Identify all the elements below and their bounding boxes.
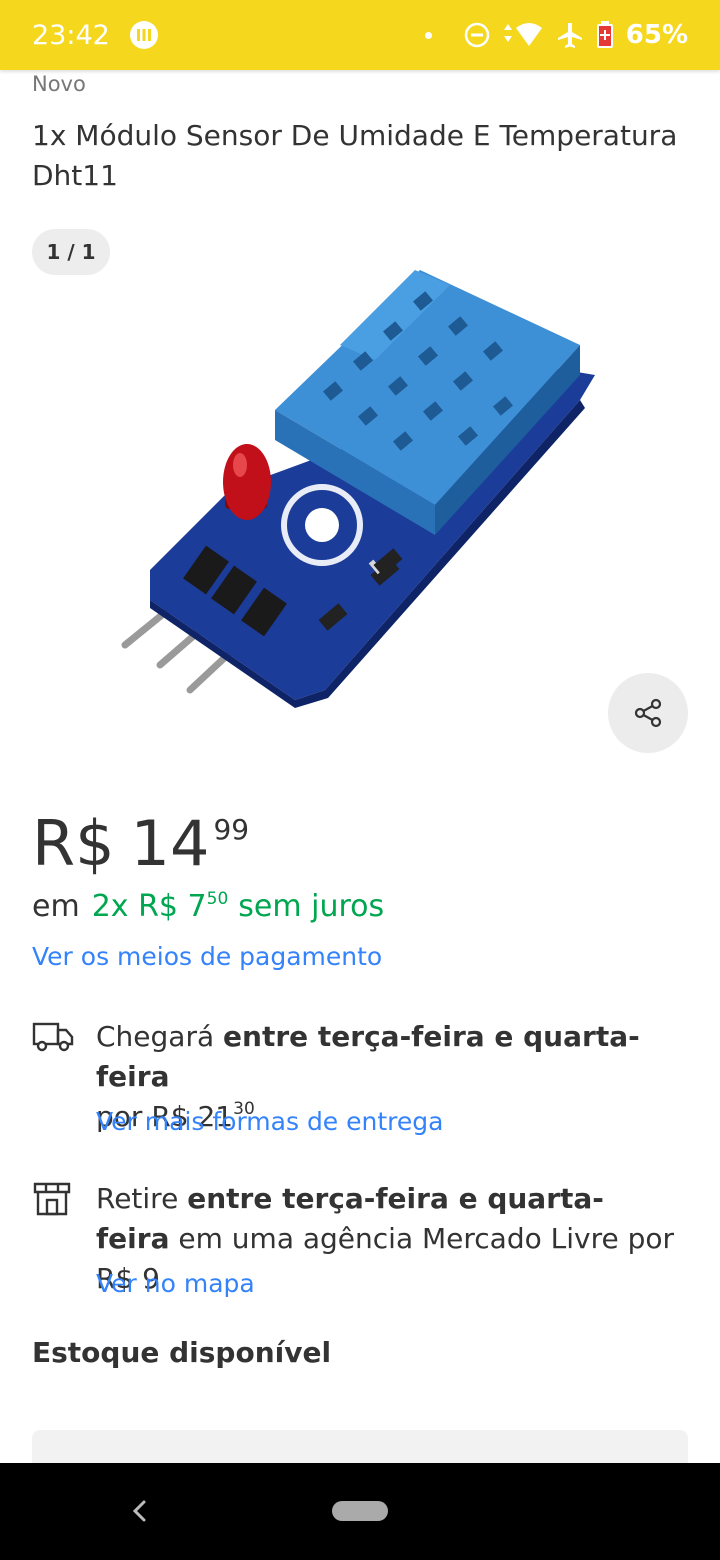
image-counter: 1 / 1 — [32, 229, 110, 275]
stock-label: Estoque disponível — [32, 1336, 332, 1369]
status-time: 23:42 — [32, 19, 110, 51]
installments-prefix: em — [32, 889, 80, 924]
battery-icon — [596, 21, 613, 48]
installments-cents: 50 — [206, 889, 229, 909]
app-notification-icon — [129, 21, 158, 49]
installments-count: 2x R$ 7 — [91, 889, 207, 924]
status-bar: 23:42 4 65% — [0, 0, 720, 70]
price-cents: 99 — [213, 813, 250, 846]
product-condition: Novo — [32, 72, 86, 96]
share-button[interactable] — [608, 673, 688, 753]
airplane-icon — [557, 23, 582, 48]
system-nav-bar — [0, 1463, 720, 1560]
battery-percentage: 65% — [625, 20, 688, 50]
installments: em 2x R$ 7 50 sem juros — [32, 885, 384, 929]
product-image[interactable] — [110, 250, 610, 710]
product-title: 1x Módulo Sensor De Umidade E Temperatur… — [32, 119, 678, 192]
truck-icon — [32, 1022, 74, 1052]
price-currency: R$ — [32, 807, 115, 880]
installments-suffix: sem juros — [238, 889, 385, 924]
do-not-disturb-icon — [464, 22, 490, 48]
status-icons: 4 65% — [424, 20, 688, 50]
home-pill[interactable] — [332, 1501, 388, 1521]
shipping-prefix: Chegará — [96, 1020, 215, 1053]
wifi-icon: 4 — [503, 23, 542, 47]
store-icon — [33, 1182, 71, 1216]
more-shipping-options-link[interactable]: Ver mais formas de entrega — [96, 1107, 443, 1136]
price-integer: 14 — [130, 807, 210, 880]
share-icon — [634, 698, 662, 728]
back-icon[interactable] — [126, 1497, 154, 1525]
svg-text:4: 4 — [533, 36, 539, 47]
pickup-prefix: Retire — [96, 1182, 179, 1215]
notification-dot-icon — [424, 31, 432, 39]
view-on-map-link[interactable]: Ver no mapa — [96, 1269, 255, 1298]
price: R$ 14 99 — [32, 800, 249, 888]
payment-methods-link[interactable]: Ver os meios de pagamento — [32, 942, 382, 971]
